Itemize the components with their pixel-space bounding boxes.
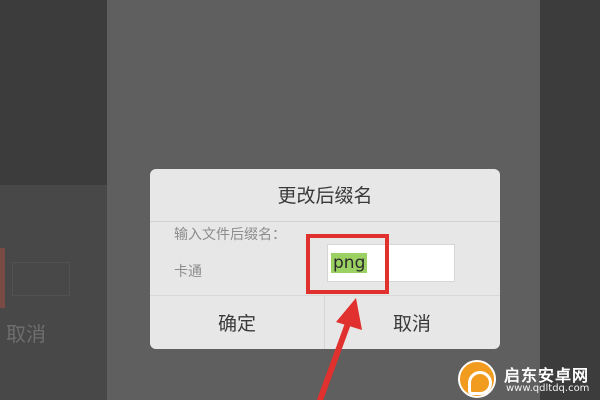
watermark: 启东安卓网 www.qdltdq.com — [458, 356, 600, 400]
background-accent-edge — [0, 248, 5, 308]
watermark-logo-icon — [458, 360, 496, 398]
background-input-ghost — [12, 262, 70, 296]
annotation-arrow-icon — [317, 298, 362, 400]
annotation-highlight-box — [306, 234, 389, 294]
title-divider — [150, 221, 500, 222]
background-left-panel: 取消 — [0, 0, 107, 400]
confirm-button[interactable]: 确定 — [150, 296, 324, 349]
watermark-url: www.qdltdq.com — [506, 383, 590, 394]
file-name-label: 卡通 — [174, 264, 202, 280]
extension-prompt-label: 输入文件后缀名： — [174, 227, 286, 243]
dialog-title: 更改后缀名 — [277, 185, 373, 207]
background-cancel-label: 取消 — [6, 322, 46, 346]
background-right-panel — [540, 0, 600, 400]
